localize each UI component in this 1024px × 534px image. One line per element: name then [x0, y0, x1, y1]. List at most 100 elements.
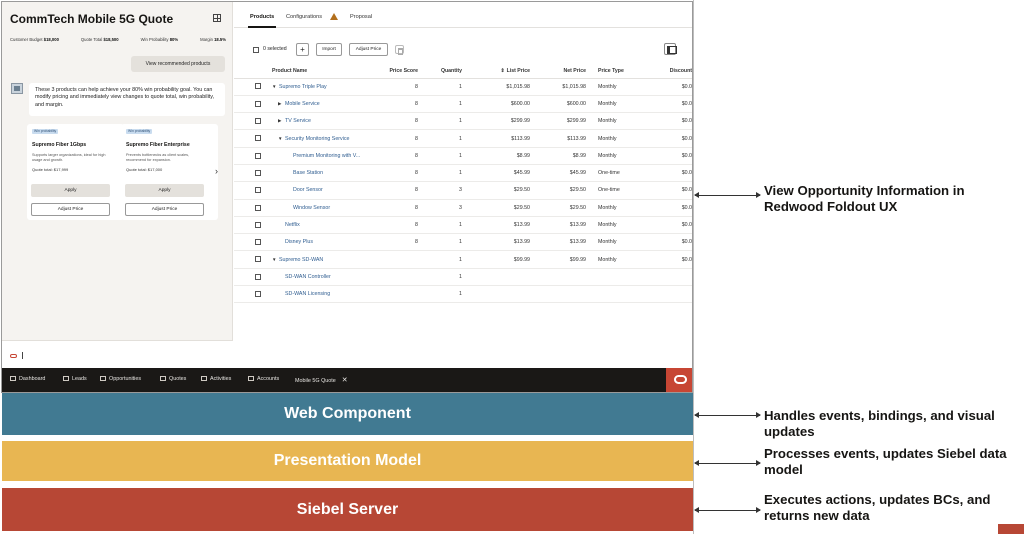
tab-configurations[interactable]: Configurations — [286, 14, 322, 20]
cell-price-type: Monthly — [588, 233, 654, 252]
cell-net-price: $13.99 — [532, 216, 588, 235]
row-checkbox[interactable] — [255, 291, 261, 297]
row-checkbox[interactable] — [255, 118, 261, 125]
header-net-price[interactable]: Net Price — [532, 65, 588, 79]
table-row[interactable]: Netflix 8 1 $13.99 $13.99 Monthly $0.0 — [234, 216, 692, 235]
cell-net-price — [532, 285, 588, 304]
taskbar-item-active-quote[interactable]: Mobile 5G Quote ✕ — [295, 376, 348, 384]
row-checkbox[interactable] — [255, 187, 261, 194]
row-checkbox[interactable] — [255, 100, 261, 107]
product-link[interactable]: SD-WAN Licensing — [285, 291, 330, 297]
table-row[interactable]: Base Station 8 1 $45.99 $45.99 One-time $0.0 — [234, 164, 692, 183]
product-link[interactable]: Window Sensor — [293, 205, 330, 211]
cell-discount: $0.0 — [654, 164, 692, 183]
view-recommended-products-button[interactable]: View recommended products — [131, 56, 225, 72]
expand-toggle-icon[interactable]: ▶ — [278, 118, 285, 124]
close-icon[interactable]: ✕ — [342, 377, 348, 384]
taskbar-item-opportunities[interactable]: Opportunities — [100, 376, 141, 382]
cell-price-score — [380, 285, 420, 304]
header-price-score[interactable]: Price Score — [380, 65, 420, 79]
row-checkbox[interactable] — [255, 273, 261, 280]
cell-discount: $0.0 — [654, 129, 692, 148]
layer-siebel-server: Siebel Server — [2, 488, 693, 531]
cell-price-score: 8 — [380, 95, 420, 114]
table-row[interactable]: Window Sensor 8 3 $29.50 $29.50 Monthly $0.0 — [234, 199, 692, 217]
taskbar-item-quotes[interactable]: Quotes — [160, 376, 186, 382]
table-row[interactable]: ▼ Supremo Triple Play 8 1 $1,015.98 $1,015.98… — [234, 78, 692, 96]
product-link[interactable]: Door Sensor — [293, 187, 323, 193]
cell-discount: $0.0 — [654, 95, 692, 114]
cell-quantity: 1 — [420, 233, 464, 252]
row-checkbox[interactable] — [255, 239, 261, 246]
header-discount[interactable]: Discount — [654, 65, 692, 79]
expand-toggle-icon[interactable]: ▼ — [278, 136, 285, 141]
table-row[interactable]: SD-WAN Controller 1 — [234, 268, 692, 287]
card-adjust-price-button[interactable]: Adjust Price — [125, 203, 204, 216]
table-row[interactable]: Premium Monitoring with V... 8 1 $8.99 $8.99… — [234, 147, 692, 165]
callout-web-component: Handles events, bindings, and visual upd… — [764, 408, 995, 440]
cell-price-score: 8 — [380, 112, 420, 131]
select-all-checkbox[interactable] — [253, 47, 259, 53]
expand-toggle-icon[interactable]: ▶ — [278, 101, 285, 107]
table-row[interactable]: ▼ Supremo SD-WAN 1 $99.99 $99.99 Monthly $0.0 — [234, 250, 692, 269]
product-link[interactable]: Netflix — [285, 222, 300, 228]
expand-toggle-icon[interactable]: ▼ — [272, 257, 279, 262]
header-quantity[interactable]: Quantity — [420, 65, 464, 79]
row-checkbox[interactable] — [255, 83, 261, 90]
adjust-price-button[interactable]: Adjust Price — [349, 43, 388, 56]
product-link[interactable]: Premium Monitoring with V... — [293, 153, 360, 159]
cell-price-type: Monthly — [588, 147, 654, 165]
cell-discount: $0.0 — [654, 147, 692, 165]
cell-price-score: 8 — [380, 164, 420, 183]
table-row[interactable]: ▶ TV Service 8 1 $299.99 $299.99 Monthly $0.0 — [234, 112, 692, 131]
row-checkbox[interactable] — [255, 204, 261, 211]
card-apply-button[interactable]: Apply — [125, 184, 204, 197]
table-row[interactable]: Disney Plus 8 1 $13.99 $13.99 Monthly $0.0 — [234, 233, 692, 252]
cell-list-price — [464, 268, 532, 287]
row-checkbox[interactable] — [255, 135, 261, 142]
product-link[interactable]: Mobile Service — [285, 101, 320, 107]
delete-icon[interactable] — [395, 45, 404, 55]
grid-icon[interactable] — [213, 14, 221, 22]
chevron-right-icon[interactable]: › — [215, 167, 218, 176]
add-product-button[interactable]: + — [296, 43, 309, 56]
quote-app-screenshot: CommTech Mobile 5G Quote Customer Budget… — [1, 1, 693, 393]
chat-input[interactable] — [2, 340, 233, 368]
taskbar-item-activities[interactable]: Activities — [201, 376, 231, 382]
cell-price-score: 8 — [380, 78, 420, 96]
table-row[interactable]: Door Sensor 8 3 $29.50 $29.50 One-time $0.0 — [234, 181, 692, 200]
card-adjust-price-button[interactable]: Adjust Price — [31, 203, 110, 216]
row-checkbox[interactable] — [255, 256, 261, 263]
product-link[interactable]: SD-WAN Controller — [285, 274, 331, 280]
product-link[interactable]: Security Monitoring Service — [285, 136, 349, 142]
taskbar-item-accounts[interactable]: Accounts — [248, 376, 279, 382]
row-checkbox[interactable] — [255, 152, 261, 159]
expand-toggle-icon[interactable]: ▼ — [272, 84, 279, 89]
table-row[interactable]: SD-WAN Licensing 1 — [234, 285, 692, 304]
table-row[interactable]: ▼ Security Monitoring Service 8 1 $113.99 $11… — [234, 129, 692, 148]
card-apply-button[interactable]: Apply — [31, 184, 110, 197]
header-price-type[interactable]: Price Type — [588, 65, 654, 79]
header-list-price[interactable]: ⇕ List Price — [464, 65, 532, 79]
corner-accent — [998, 524, 1024, 534]
columns-icon[interactable] — [664, 43, 677, 55]
product-link[interactable]: Disney Plus — [285, 239, 313, 245]
import-button[interactable]: Import — [316, 43, 342, 56]
cell-product-name: ▼ Supremo Triple Play — [270, 78, 380, 96]
products-toolbar: 0 selected + Import Adjust Price — [234, 42, 692, 58]
row-checkbox[interactable] — [255, 169, 261, 176]
tab-products[interactable]: Products — [247, 14, 277, 28]
cell-quantity: 1 — [420, 164, 464, 183]
taskbar-item-leads[interactable]: Leads — [63, 376, 87, 382]
product-link[interactable]: Base Station — [293, 170, 323, 176]
tab-proposal[interactable]: Proposal — [350, 14, 372, 20]
opportunities-icon — [100, 376, 106, 382]
oracle-badge[interactable] — [666, 368, 692, 392]
table-row[interactable]: ▶ Mobile Service 8 1 $600.00 $600.00 Monthly $0… — [234, 95, 692, 114]
product-link[interactable]: Supremo Triple Play — [279, 84, 327, 90]
product-link[interactable]: TV Service — [285, 118, 311, 124]
taskbar-item-dashboard[interactable]: Dashboard — [10, 376, 45, 382]
product-link[interactable]: Supremo SD-WAN — [279, 257, 323, 263]
header-product-name[interactable]: Product Name — [270, 65, 380, 79]
row-checkbox[interactable] — [255, 221, 261, 228]
